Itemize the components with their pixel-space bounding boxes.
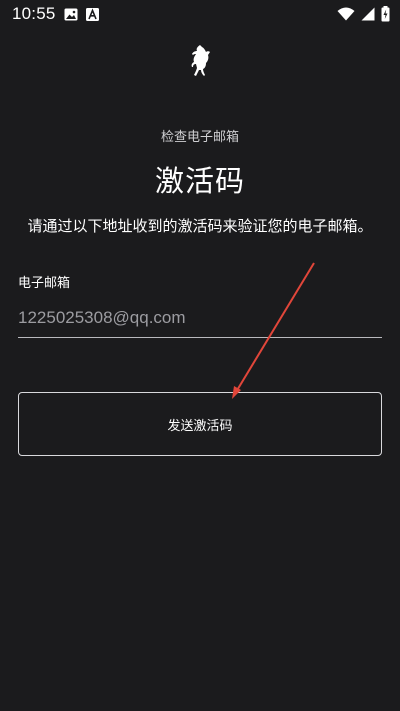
status-right	[337, 6, 390, 22]
status-bar: 10:55	[0, 0, 400, 28]
status-left: 10:55	[12, 4, 99, 24]
send-activation-code-button[interactable]: 发送激活码	[18, 392, 382, 456]
prancing-horse-logo	[184, 44, 214, 78]
app-a-icon	[85, 7, 99, 21]
annotation-arrow	[232, 262, 315, 399]
battery-charging-icon	[381, 6, 390, 22]
page-title: 激活码	[154, 164, 245, 198]
image-icon	[64, 8, 78, 21]
email-field-label: 电子邮箱	[18, 276, 71, 291]
page-subtitle: 检查电子邮箱	[160, 130, 239, 145]
email-field[interactable]	[18, 304, 382, 338]
wifi-icon	[337, 7, 355, 21]
page-description: 请通过以下地址收到的激活码来验证您的电子邮箱。	[27, 217, 373, 235]
signal-icon	[361, 7, 375, 21]
status-time: 10:55	[12, 4, 56, 23]
